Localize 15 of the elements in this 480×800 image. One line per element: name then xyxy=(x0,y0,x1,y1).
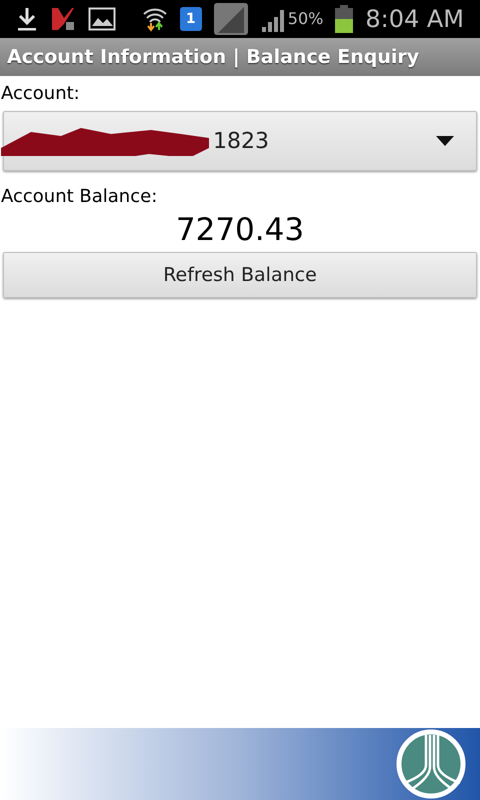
signal-icon xyxy=(214,3,248,35)
balance-value: 7270.43 xyxy=(176,211,304,250)
account-label: Account: xyxy=(1,82,81,106)
battery-icon xyxy=(335,5,354,33)
page-title: Account Information | Balance Enquiry xyxy=(7,44,420,70)
download-icon xyxy=(16,6,38,32)
balance-label: Account Balance: xyxy=(1,185,158,209)
account-dropdown[interactable]: 1823 xyxy=(3,111,477,171)
wifi-icon xyxy=(142,6,168,32)
battery-percent: 50% xyxy=(288,8,324,30)
clock: 8:04 AM xyxy=(365,4,464,35)
dropdown-caret-icon xyxy=(436,136,454,146)
sim-badge: 1 xyxy=(180,7,202,31)
refresh-button[interactable]: Refresh Balance xyxy=(3,252,477,298)
image-icon xyxy=(88,7,116,31)
